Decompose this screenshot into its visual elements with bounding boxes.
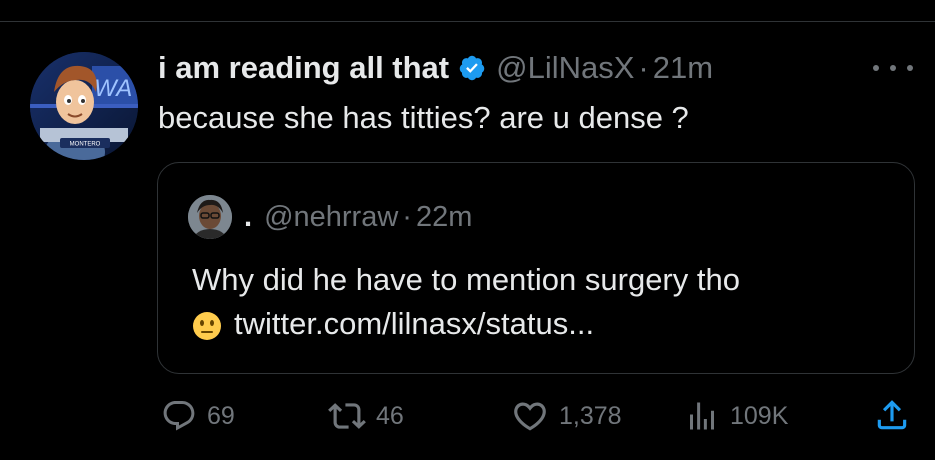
view-count: 109K	[730, 402, 789, 430]
avatar-caption: MONTERO	[70, 142, 101, 148]
quote-header: . @nehrraw · 22m	[188, 195, 472, 239]
quote-link[interactable]: twitter.com/lilnasx/status...	[234, 302, 594, 346]
quote-separator-dot: ·	[402, 201, 412, 233]
top-divider	[0, 21, 935, 22]
verified-badge-icon	[458, 54, 486, 82]
reply-button[interactable]: 69	[161, 396, 235, 436]
quote-display-name[interactable]: .	[244, 197, 252, 237]
quote-tweet-card[interactable]: . @nehrraw · 22m Why did he have to ment…	[157, 162, 915, 374]
avatar-image: WA MONTERO	[30, 52, 138, 160]
share-button[interactable]	[873, 396, 911, 434]
neutral-face-emoji-icon	[192, 309, 222, 340]
quote-text-line1: Why did he have to mention surgery tho	[192, 262, 740, 297]
like-button[interactable]: 1,378	[511, 396, 622, 436]
retweet-icon	[328, 403, 366, 429]
handle[interactable]: @LilNasX	[496, 48, 634, 88]
quote-text: Why did he have to mention surgery tho t…	[192, 258, 740, 346]
heart-icon	[514, 402, 546, 431]
retweet-count: 46	[376, 402, 404, 430]
reply-icon	[163, 401, 195, 431]
tweet-header: i am reading all that @LilNasX · 21m	[158, 48, 713, 88]
reply-count: 69	[207, 402, 235, 430]
quote-timestamp[interactable]: 22m	[416, 197, 472, 237]
views-chart-icon	[690, 402, 714, 430]
separator-dot: ·	[638, 50, 649, 85]
more-options-icon[interactable]	[873, 58, 913, 78]
display-name[interactable]: i am reading all that	[158, 48, 449, 88]
action-bar: 69 46 1,378 109K	[0, 396, 935, 436]
views-button[interactable]: 109K	[684, 396, 788, 436]
retweet-button[interactable]: 46	[328, 396, 404, 436]
like-count: 1,378	[559, 402, 622, 430]
tweet-text: because she has titties? are u dense ?	[158, 100, 689, 135]
timestamp[interactable]: 21m	[653, 48, 713, 88]
quote-handle[interactable]: @nehrraw	[264, 197, 398, 237]
quote-avatar	[188, 195, 232, 239]
avatar-sign-text: WA	[94, 75, 132, 102]
avatar[interactable]: WA MONTERO	[30, 52, 138, 160]
share-icon	[877, 400, 907, 430]
